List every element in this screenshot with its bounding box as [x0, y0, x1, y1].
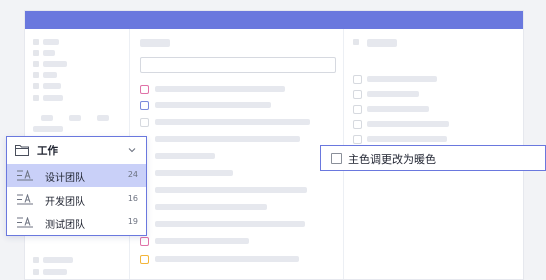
panel-checkbox[interactable]	[353, 90, 362, 99]
panel-checkbox[interactable]	[353, 135, 362, 144]
list-line	[155, 102, 271, 108]
panel-checkbox[interactable]	[353, 105, 362, 114]
list-checkbox[interactable]	[140, 118, 149, 127]
list-line	[155, 187, 307, 193]
warm-color-checkbox[interactable]	[331, 153, 342, 164]
sidebar-dot	[33, 95, 39, 101]
stage: 工作 设计团队 24 开发团队 16 测试团队 19 主色调更改为暖色	[0, 0, 546, 280]
dropdown-item-design-team[interactable]: 设计团队 24	[7, 164, 146, 187]
sidebar-line	[43, 61, 67, 67]
warm-color-option[interactable]: 主色调更改为暖色	[320, 145, 546, 171]
sidebar-dot	[33, 83, 39, 89]
list-line	[155, 221, 305, 227]
group-list-icon	[17, 170, 33, 181]
panel-checkbox[interactable]	[353, 75, 362, 84]
group-list-icon	[17, 217, 33, 228]
panel-dot	[353, 39, 359, 45]
dropdown-item-label: 设计团队	[45, 173, 85, 184]
list-title	[140, 39, 170, 47]
group-list-icon	[17, 194, 33, 205]
sidebar-line	[97, 115, 109, 121]
list-line	[155, 153, 215, 159]
panel-line	[367, 76, 437, 82]
list-line	[155, 204, 267, 210]
dropdown-item-count: 19	[127, 217, 138, 226]
warm-color-label: 主色调更改为暖色	[348, 153, 436, 166]
list-line	[155, 119, 310, 125]
list-line	[155, 86, 285, 92]
panel-title	[367, 39, 397, 47]
pink-marker	[140, 85, 149, 94]
dropdown-item-count: 24	[127, 170, 138, 179]
sidebar-line	[41, 115, 53, 121]
sidebar-line	[43, 50, 55, 56]
dropdown-item-dev-team[interactable]: 开发团队 16	[7, 188, 146, 211]
sidebar-dot	[33, 72, 39, 78]
sidebar-line	[33, 126, 63, 132]
sidebar-line	[43, 39, 59, 45]
list-line	[155, 170, 233, 176]
folder-icon	[15, 145, 29, 156]
dropdown-header[interactable]: 工作	[7, 137, 146, 163]
list-line	[155, 136, 300, 142]
panel-line	[367, 106, 429, 112]
yellow-marker	[140, 255, 149, 264]
panel-line	[367, 121, 449, 127]
panel-checkbox[interactable]	[353, 120, 362, 129]
chevron-down-icon[interactable]	[127, 145, 137, 155]
dropdown-item-label: 开发团队	[45, 197, 85, 208]
sidebar-line	[69, 115, 81, 121]
pink-marker	[140, 237, 149, 246]
sidebar-dot	[33, 39, 39, 45]
dropdown-title: 工作	[37, 145, 58, 157]
dropdown-item-label: 测试团队	[45, 220, 85, 231]
dropdown-item-test-team[interactable]: 测试团队 19	[7, 211, 146, 234]
list-line	[155, 256, 299, 262]
search-input[interactable]	[140, 57, 336, 73]
app-header-bar	[25, 11, 523, 29]
sidebar-dot	[33, 50, 39, 56]
sidebar-line	[43, 269, 67, 275]
sidebar-dot	[33, 269, 39, 275]
list-line	[155, 238, 249, 244]
middle-list	[129, 29, 344, 279]
sidebar-line	[43, 72, 57, 78]
sidebar-line	[43, 95, 63, 101]
sidebar-dot	[33, 61, 39, 67]
panel-line	[367, 91, 419, 97]
dropdown-item-count: 16	[127, 194, 138, 203]
team-dropdown: 工作 设计团队 24 开发团队 16 测试团队 19	[6, 136, 147, 236]
sidebar-dot	[33, 257, 39, 263]
sidebar-line	[43, 257, 73, 263]
panel-line	[367, 136, 447, 142]
blue-marker	[140, 101, 149, 110]
sidebar-line	[43, 83, 61, 89]
